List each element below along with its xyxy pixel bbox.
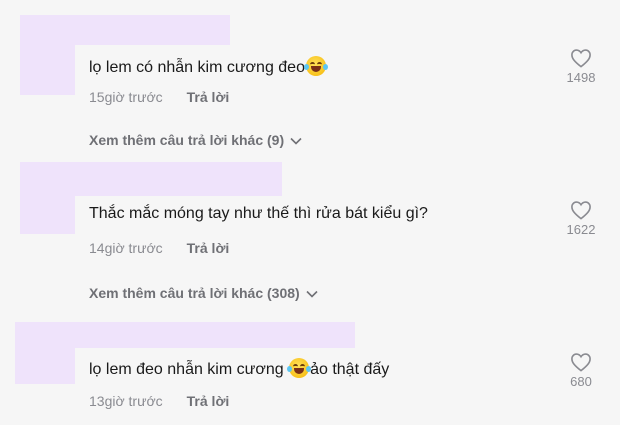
comment-time: 14giờ trước — [89, 240, 163, 256]
comment-meta: 15giờ trước Trả lời — [89, 89, 229, 105]
like-count: 1498 — [566, 70, 596, 85]
comment-meta: 13giờ trước Trả lời — [89, 393, 229, 409]
like-count: 680 — [570, 374, 592, 389]
comment-time: 15giờ trước — [89, 89, 163, 105]
chevron-down-icon — [306, 291, 318, 298]
tears-of-joy-emoji — [303, 56, 328, 76]
chevron-down-icon — [290, 138, 302, 145]
reply-button[interactable]: Trả lời — [187, 393, 230, 409]
redacted-avatar — [15, 322, 75, 384]
tears-of-joy-emoji — [287, 358, 312, 378]
redacted-avatar — [20, 15, 75, 95]
like-button[interactable]: 1498 — [551, 48, 611, 85]
view-more-replies[interactable]: Xem thêm câu trả lời khác (9) — [89, 132, 302, 148]
like-button[interactable]: 680 — [551, 352, 611, 389]
redacted-avatar — [20, 162, 75, 234]
like-button[interactable]: 1622 — [551, 200, 611, 237]
comment-text: lọ lem có nhẫn kim cương đeo — [89, 56, 328, 77]
reply-button[interactable]: Trả lời — [187, 240, 230, 256]
heart-outline-icon — [571, 201, 591, 220]
like-count: 1622 — [566, 222, 596, 237]
comment-text: lọ lem đeo nhẫn kim cương ảo thật đấy — [89, 358, 389, 379]
heart-outline-icon — [571, 49, 591, 68]
heart-outline-icon — [571, 353, 591, 372]
comment-meta: 14giờ trước Trả lời — [89, 240, 229, 256]
comment-time: 13giờ trước — [89, 393, 163, 409]
view-more-replies[interactable]: Xem thêm câu trả lời khác (308) — [89, 285, 318, 301]
reply-button[interactable]: Trả lời — [187, 89, 230, 105]
comment-text: Thắc mắc móng tay như thế thì rửa bát ki… — [89, 205, 428, 222]
